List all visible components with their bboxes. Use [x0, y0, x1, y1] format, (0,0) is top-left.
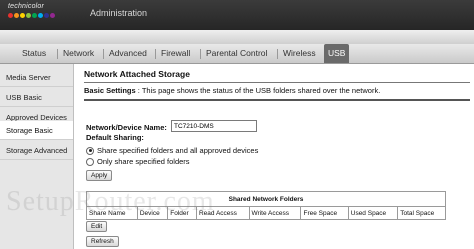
logo-dot — [50, 13, 55, 18]
column-header: Write Access — [248, 206, 302, 220]
shared-folders-table: Shared Network Folders Share Name Device… — [86, 191, 446, 220]
nav-separator — [200, 49, 201, 59]
radio-button[interactable] — [86, 157, 94, 166]
divider — [84, 82, 470, 83]
main-content: Network Attached Storage Basic Settings … — [78, 64, 474, 249]
sidebar-item-storage-basic[interactable]: Storage Basic — [0, 121, 73, 140]
column-header: Read Access — [195, 206, 250, 220]
column-header: Device — [136, 206, 169, 220]
nav-usb[interactable]: USB — [324, 44, 350, 63]
sidebar-item-media-server[interactable]: Media Server — [0, 68, 73, 87]
sidebar-item-storage-advanced[interactable]: Storage Advanced — [0, 141, 73, 160]
main-nav: Status Network Advanced Firewall Parenta… — [0, 44, 474, 64]
device-name-input[interactable] — [171, 120, 257, 132]
nav-network[interactable]: Network — [59, 44, 98, 63]
brand-logo-icon — [8, 13, 55, 18]
app-title: Administration — [90, 8, 148, 18]
column-header: Free Space — [300, 206, 349, 220]
column-header: Share Name — [86, 206, 138, 220]
description-text: : This page shows the status of the USB … — [137, 86, 381, 95]
sharing-option-label: Share specified folders and all approved… — [97, 146, 259, 155]
logo-dot — [32, 13, 37, 18]
logo-dot — [20, 13, 25, 18]
sharing-option-label: Only share specified folders — [97, 157, 190, 166]
table-header-row: Share Name Device Folder Read Access Wri… — [86, 206, 446, 220]
page-title: Network Attached Storage — [84, 69, 190, 79]
apply-button[interactable]: Apply — [86, 170, 113, 181]
nav-separator — [103, 49, 104, 59]
subheader-strip — [0, 30, 474, 45]
default-sharing-label: Default Sharing: — [86, 133, 144, 142]
nav-wireless[interactable]: Wireless — [279, 44, 320, 63]
sharing-option-all[interactable]: Share specified folders and all approved… — [86, 146, 258, 155]
nav-separator — [155, 49, 156, 59]
table-caption: Shared Network Folders — [86, 191, 446, 207]
nav-parental-control[interactable]: Parental Control — [202, 44, 271, 63]
logo-dot — [8, 13, 13, 18]
divider — [84, 99, 470, 101]
logo-dot — [44, 13, 49, 18]
nav-status[interactable]: Status — [18, 44, 50, 63]
device-name-label: Network/Device Name: — [86, 123, 167, 132]
sidebar: Media Server USB Basic Approved Devices … — [0, 64, 74, 249]
column-header: Total Space — [397, 206, 446, 220]
radio-button-selected[interactable] — [86, 146, 94, 155]
page-description: Basic Settings : This page shows the sta… — [84, 86, 380, 95]
column-header: Used Space — [347, 206, 399, 220]
nav-advanced[interactable]: Advanced — [105, 44, 151, 63]
nav-separator — [277, 49, 278, 59]
logo-dot — [14, 13, 19, 18]
sharing-option-specified[interactable]: Only share specified folders — [86, 157, 190, 166]
nav-separator — [57, 49, 58, 59]
description-heading: Basic Settings — [84, 86, 136, 95]
edit-button[interactable]: Edit — [86, 221, 108, 232]
refresh-button[interactable]: Refresh — [86, 236, 119, 247]
nav-firewall[interactable]: Firewall — [157, 44, 194, 63]
column-header: Folder — [167, 206, 197, 220]
logo-dot — [26, 13, 31, 18]
brand-logo-text: technicolor — [8, 3, 45, 10]
logo-dot — [38, 13, 43, 18]
sidebar-item-usb-basic[interactable]: USB Basic — [0, 88, 73, 107]
header-bar: technicolor Administration — [0, 0, 474, 30]
